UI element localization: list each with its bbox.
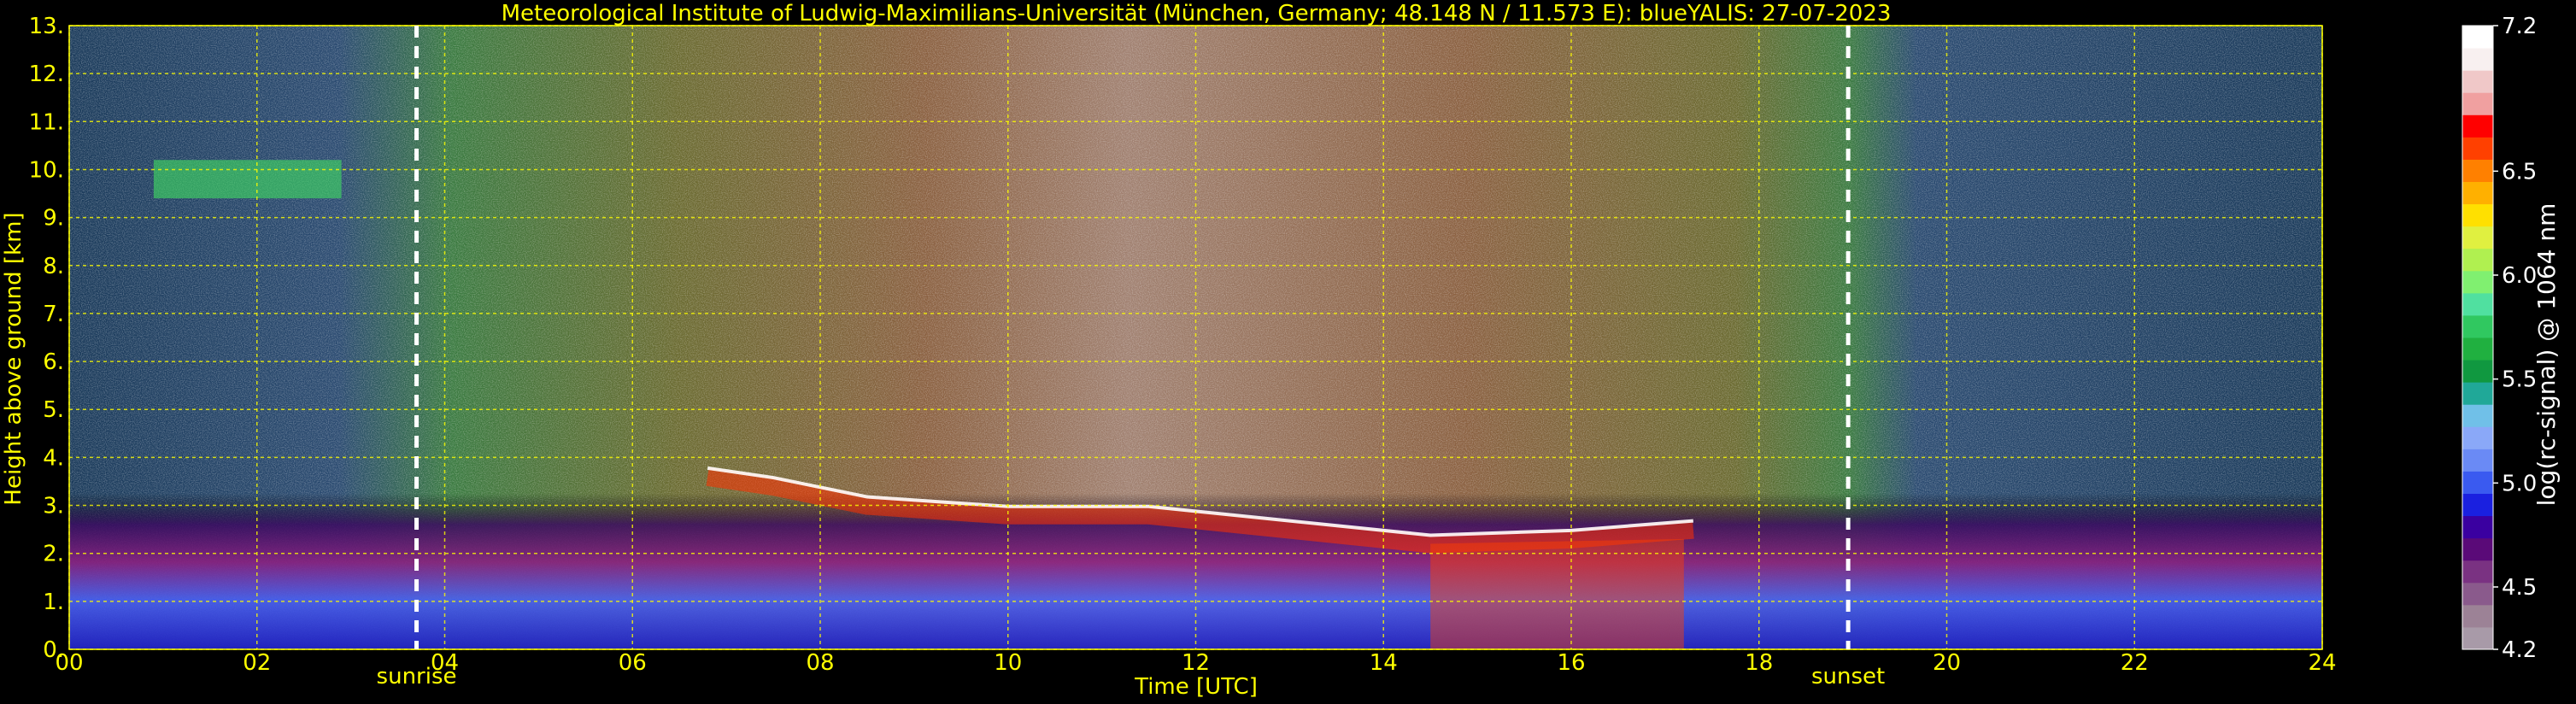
x-tick-label: 08	[806, 650, 834, 676]
colorbar-tick-labels: 7.26.56.05.55.04.54.2	[2493, 14, 2537, 663]
lidar-chart: sunrise sunset Meteorological Institute o…	[1, 1, 2561, 700]
colorbar-segment	[2462, 360, 2493, 383]
sun-marker-label: sunset	[1811, 664, 1885, 689]
x-tick-label: 22	[2121, 650, 2149, 676]
x-tick-label: 14	[1370, 650, 1398, 676]
y-tick-labels: 0.1.2.3.4.5.6.7.8.9.10.11.12.13.	[29, 14, 64, 663]
colorbar-tick-label: 7.2	[2502, 14, 2537, 39]
colorbar-segment	[2462, 248, 2493, 272]
colorbar-segment	[2462, 560, 2493, 584]
colorbar-label: log(rc-signal) @ 1064 nm	[2532, 203, 2561, 507]
colorbar	[2462, 25, 2494, 650]
y-tick-label: 8.	[43, 254, 64, 279]
colorbar-segment	[2462, 449, 2493, 472]
colorbar-segment	[2462, 226, 2493, 249]
x-tick-label: 00	[55, 650, 83, 676]
y-tick-label: 3.	[43, 494, 64, 519]
y-tick-label: 7.	[43, 302, 64, 327]
colorbar-segment	[2462, 471, 2493, 494]
convective-plume	[1430, 538, 1684, 649]
y-tick-label: 2.	[43, 542, 64, 567]
y-tick-label: 9.	[43, 206, 64, 232]
x-tick-label: 18	[1745, 650, 1773, 676]
colorbar-segment	[2462, 537, 2493, 561]
colorbar-segment	[2462, 314, 2493, 338]
y-tick-label: 5.	[43, 397, 64, 423]
colorbar-segment	[2462, 515, 2493, 539]
x-tick-label: 20	[1933, 650, 1961, 676]
colorbar-segment	[2462, 203, 2493, 227]
x-tick-label: 12	[1182, 650, 1210, 676]
x-tick-label: 02	[243, 650, 271, 676]
y-tick-label: 6.	[43, 349, 64, 375]
colorbar-segment	[2462, 48, 2493, 71]
colorbar-segment	[2462, 604, 2493, 628]
colorbar-segment	[2462, 582, 2493, 606]
colorbar-segment	[2462, 70, 2493, 93]
colorbar-segment	[2462, 382, 2493, 405]
y-axis-label: Height above ground [km]	[1, 212, 26, 505]
colorbar-tick-label: 4.5	[2502, 575, 2537, 601]
boundary-layer	[69, 26, 2322, 649]
x-axis-label: Time [UTC]	[1134, 674, 1258, 700]
x-tick-label: 24	[2308, 650, 2336, 676]
colorbar-segment	[2462, 159, 2493, 182]
colorbar-segment	[2462, 92, 2493, 115]
colorbar-segment	[2462, 270, 2493, 294]
y-tick-label: 12.	[29, 62, 64, 87]
colorbar-segment	[2462, 404, 2493, 427]
plot-area	[69, 26, 2322, 649]
colorbar-segment	[2462, 137, 2493, 160]
colorbar-segment	[2462, 337, 2493, 361]
x-tick-label: 10	[994, 650, 1022, 676]
colorbar-segment	[2462, 493, 2493, 517]
x-tick-label: 06	[619, 650, 647, 676]
x-tick-label: 16	[1557, 650, 1585, 676]
y-tick-label: 11.	[29, 109, 64, 135]
cirrus-cloud	[153, 160, 342, 199]
colorbar-segment	[2462, 114, 2493, 138]
colorbar-segment	[2462, 426, 2493, 449]
colorbar-segment	[2462, 181, 2493, 205]
colorbar-tick-label: 6.5	[2502, 159, 2537, 185]
y-tick-label: 10.	[29, 157, 64, 183]
x-tick-label: 04	[431, 650, 459, 676]
colorbar-tick-label: 4.2	[2502, 637, 2537, 663]
y-tick-label: 4.	[43, 445, 64, 471]
chart-title: Meteorological Institute of Ludwig-Maxim…	[502, 1, 1892, 26]
colorbar-segment	[2462, 26, 2493, 49]
y-tick-label: 1.	[43, 590, 64, 615]
y-tick-label: 13.	[29, 14, 64, 39]
colorbar-segment	[2462, 292, 2493, 316]
colorbar-segment	[2462, 626, 2493, 650]
